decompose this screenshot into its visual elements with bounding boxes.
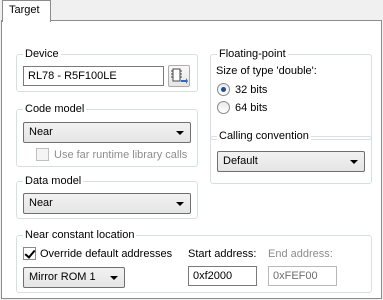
- radio-32-bits-label: 32 bits: [235, 84, 268, 96]
- code-model-group: Code model Near Use far runtime library …: [16, 103, 198, 167]
- radio-64-bits-label: 64 bits: [235, 102, 268, 114]
- end-address-input[interactable]: 0xFEF00: [268, 266, 337, 286]
- start-address-input[interactable]: 0xf2000: [188, 266, 257, 286]
- code-model-value: Near: [29, 126, 53, 138]
- device-group: Device RL78 - R5F100LE: [16, 48, 198, 92]
- start-address-label: Start address:: [188, 248, 257, 260]
- mirror-rom-select[interactable]: Mirror ROM 1: [23, 267, 125, 288]
- calling-convention-select[interactable]: Default: [217, 151, 365, 172]
- mirror-rom-value: Mirror ROM 1: [29, 271, 96, 283]
- calling-convention-group-title: Calling convention: [217, 130, 311, 142]
- tab-target[interactable]: Target: [2, 0, 51, 22]
- override-addresses-checkbox[interactable]: [23, 247, 36, 260]
- chevron-down-icon: [176, 202, 184, 206]
- chevron-down-icon: [176, 131, 184, 135]
- code-model-group-title: Code model: [23, 103, 87, 115]
- floating-point-group-title: Floating-point: [217, 48, 288, 60]
- override-addresses-label: Override default addresses: [40, 248, 173, 260]
- target-panel: Device RL78 - R5F100LE Code model Near U…: [1, 20, 382, 299]
- data-model-value: Near: [29, 197, 53, 209]
- calling-convention-value: Default: [223, 155, 258, 167]
- radio-32-bits[interactable]: [217, 83, 230, 96]
- chevron-down-icon: [350, 160, 358, 164]
- data-model-select[interactable]: Near: [23, 193, 191, 214]
- near-constant-group: Near constant location Override default …: [16, 229, 372, 293]
- device-group-title: Device: [23, 48, 61, 60]
- far-runtime-label: Use far runtime library calls: [54, 149, 188, 161]
- far-runtime-checkbox[interactable]: [36, 148, 49, 161]
- tab-strip: Target: [0, 0, 383, 22]
- device-select-button[interactable]: [168, 65, 190, 87]
- double-size-label: Size of type 'double':: [216, 65, 317, 77]
- radio-64-bits[interactable]: [217, 101, 230, 114]
- device-select-icon: [171, 68, 188, 84]
- data-model-group: Data model Near: [16, 175, 198, 219]
- data-model-group-title: Data model: [23, 175, 84, 187]
- chevron-down-icon: [110, 276, 118, 280]
- device-field[interactable]: RL78 - R5F100LE: [23, 66, 164, 86]
- end-address-label: End address:: [268, 248, 333, 260]
- near-constant-group-title: Near constant location: [23, 229, 137, 241]
- floating-point-group: Floating-point Size of type 'double': 32…: [210, 48, 372, 140]
- calling-convention-group: Calling convention Default: [210, 130, 372, 184]
- code-model-select[interactable]: Near: [23, 122, 191, 143]
- tab-target-label: Target: [9, 4, 40, 16]
